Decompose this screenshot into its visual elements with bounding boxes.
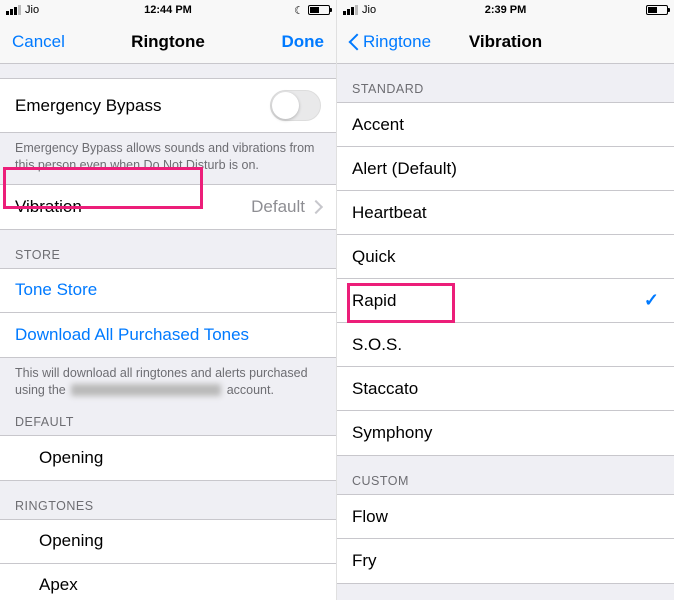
vibration-value: Default bbox=[251, 197, 305, 217]
redacted-account bbox=[71, 384, 221, 396]
standard-header: STANDARD bbox=[337, 64, 674, 102]
battery-icon bbox=[646, 5, 668, 15]
list-item[interactable]: Quick bbox=[337, 235, 674, 279]
list-item[interactable]: Apex bbox=[0, 564, 336, 600]
store-header: STORE bbox=[0, 230, 336, 268]
status-bar: Jio 12:44 PM ☾ bbox=[0, 0, 336, 20]
custom-header: CUSTOM bbox=[337, 456, 674, 494]
emergency-bypass-footer: Emergency Bypass allows sounds and vibra… bbox=[0, 133, 336, 184]
status-time: 12:44 PM bbox=[0, 4, 336, 16]
standard-list: Accent Alert (Default) Heartbeat Quick R… bbox=[337, 102, 674, 456]
list-item-rapid[interactable]: Rapid ✓ bbox=[337, 279, 674, 323]
list-item[interactable]: Opening bbox=[0, 520, 336, 564]
done-button[interactable]: Done bbox=[278, 28, 329, 56]
checkmark-icon: ✓ bbox=[644, 290, 659, 311]
chevron-left-icon bbox=[349, 32, 361, 52]
emergency-bypass-toggle[interactable] bbox=[270, 90, 321, 121]
list-item[interactable]: Staccato bbox=[337, 367, 674, 411]
list-item[interactable]: Opening bbox=[0, 436, 336, 480]
default-header: DEFAULT bbox=[0, 409, 336, 435]
vibration-label: Vibration bbox=[15, 197, 82, 217]
list-item[interactable]: Symphony bbox=[337, 411, 674, 455]
ringtones-list: Opening Apex Beacon bbox=[0, 519, 336, 600]
download-tones-row[interactable]: Download All Purchased Tones bbox=[0, 313, 336, 357]
battery-icon bbox=[308, 5, 330, 15]
vibration-row[interactable]: Vibration Default bbox=[0, 185, 336, 229]
emergency-bypass-label: Emergency Bypass bbox=[15, 96, 161, 116]
ringtones-header: RINGTONES bbox=[0, 481, 336, 519]
nav-bar: Cancel Ringtone Done bbox=[0, 20, 336, 64]
default-list: Opening bbox=[0, 435, 336, 481]
status-time: 2:39 PM bbox=[337, 4, 674, 16]
list-item[interactable]: Heartbeat bbox=[337, 191, 674, 235]
store-footer: This will download all ringtones and ale… bbox=[0, 358, 336, 409]
list-item[interactable]: S.O.S. bbox=[337, 323, 674, 367]
nav-bar: Ringtone Vibration bbox=[337, 20, 674, 64]
list-item[interactable]: Fry bbox=[337, 539, 674, 583]
carrier-label: Jio bbox=[25, 4, 39, 16]
cancel-button[interactable]: Cancel bbox=[8, 28, 69, 56]
list-item[interactable]: Flow bbox=[337, 495, 674, 539]
carrier-label: Jio bbox=[362, 4, 376, 16]
signal-icon bbox=[343, 5, 358, 15]
vibration-screen: Jio 2:39 PM Ringtone Vibration STANDARD … bbox=[337, 0, 674, 600]
custom-list: Flow Fry bbox=[337, 494, 674, 584]
list-item[interactable]: Accent bbox=[337, 103, 674, 147]
back-button[interactable]: Ringtone bbox=[345, 28, 435, 56]
tone-store-row[interactable]: Tone Store bbox=[0, 269, 336, 313]
status-bar: Jio 2:39 PM bbox=[337, 0, 674, 20]
signal-icon bbox=[6, 5, 21, 15]
dnd-icon: ☾ bbox=[294, 4, 304, 17]
list-item[interactable]: Alert (Default) bbox=[337, 147, 674, 191]
chevron-right-icon bbox=[311, 197, 321, 217]
emergency-bypass-row[interactable]: Emergency Bypass bbox=[0, 79, 336, 132]
ringtone-screen: Jio 12:44 PM ☾ Cancel Ringtone Done Emer… bbox=[0, 0, 337, 600]
